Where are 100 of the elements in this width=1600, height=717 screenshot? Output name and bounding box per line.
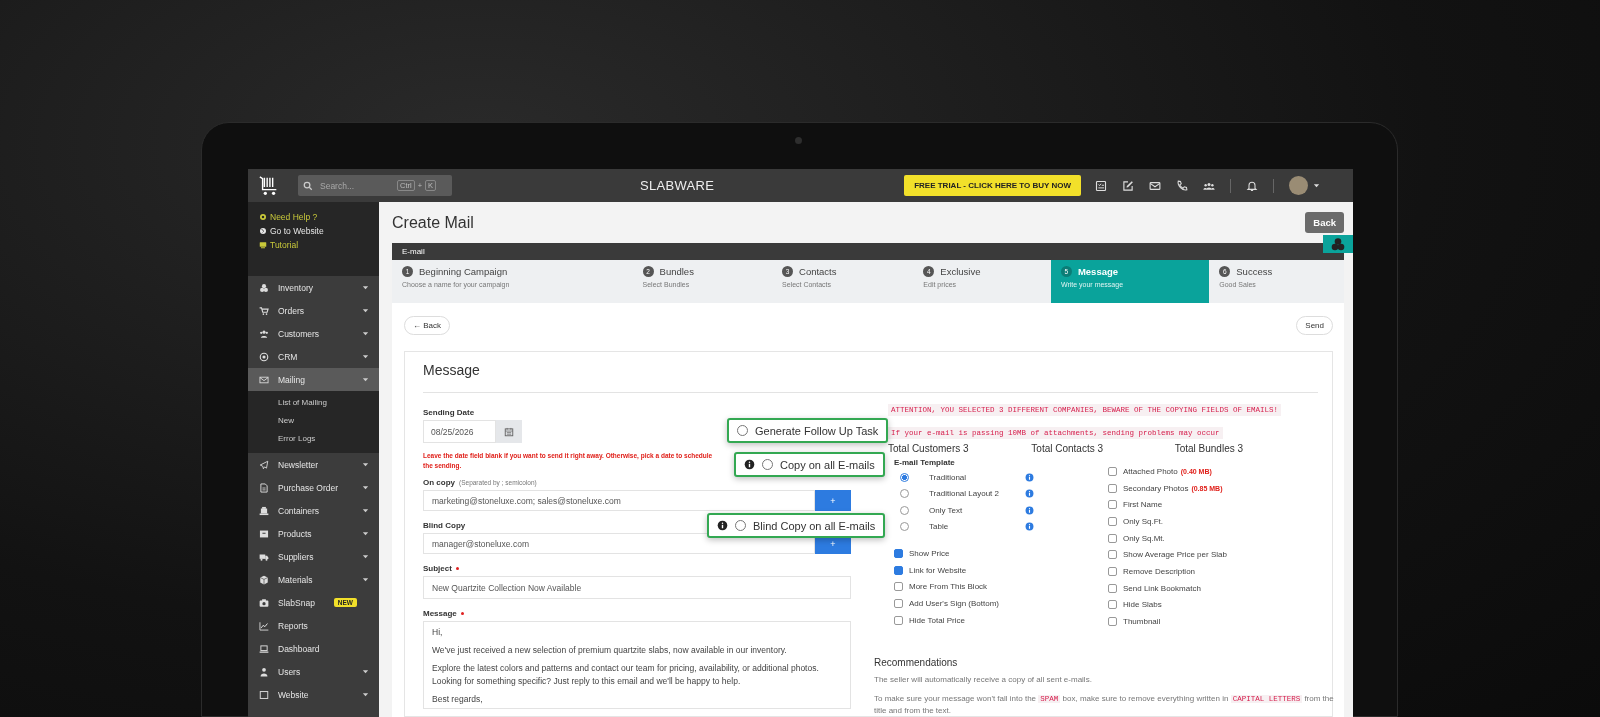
search-placeholder: Search... — [319, 180, 356, 191]
radio-button[interactable] — [900, 472, 909, 482]
line-chart-icon — [259, 620, 269, 631]
message-line: Looking for something specific? Just reply to this email and we'll be happy to help. — [432, 675, 742, 689]
envelope-icon[interactable] — [1149, 179, 1162, 192]
sidebar-item[interactable]: Products — [248, 522, 379, 545]
back-button[interactable]: ← Back — [404, 316, 450, 336]
sidebar-item[interactable]: Containers — [248, 499, 379, 522]
checkbox[interactable] — [1108, 517, 1117, 527]
checkbox-label: Thumbnail — [1123, 617, 1161, 627]
help-link[interactable]: Go to Website — [259, 226, 324, 236]
phone-icon[interactable] — [1176, 179, 1189, 192]
avatar[interactable] — [1289, 176, 1309, 195]
info-icon[interactable] — [1025, 505, 1034, 515]
sidebar-item[interactable]: Reports — [248, 614, 379, 637]
send-button[interactable]: Send — [1296, 316, 1333, 336]
submenu-item[interactable]: List of Mailing — [278, 394, 379, 412]
checkbox-label: Show Average Price per Slab — [1123, 550, 1227, 560]
sidebar-item[interactable]: Dashboard — [248, 637, 379, 660]
info-icon[interactable] — [1025, 472, 1034, 482]
sidebar-item[interactable]: CRM — [248, 345, 379, 368]
message-textarea[interactable] — [423, 621, 851, 710]
page-title: Create Mail — [392, 213, 474, 232]
add-button[interactable]: + — [815, 490, 851, 512]
bell-icon[interactable] — [1246, 179, 1259, 192]
checkbox-label: Hide Slabs — [1123, 600, 1162, 610]
checkbox-label: Only Sq.Ft. — [1123, 517, 1163, 527]
sidebar-item[interactable]: Website — [248, 683, 379, 706]
option-callout-tooltip[interactable]: Blind Copy on all E-mails — [707, 513, 886, 539]
input-field[interactable]: New Quartzite Collection Now Available — [423, 576, 851, 600]
field-label: Blind Copy — [423, 521, 466, 531]
checkbox[interactable] — [1108, 533, 1117, 543]
person-icon — [259, 666, 269, 677]
sidebar-item[interactable]: Newsletter — [248, 453, 379, 476]
checkbox-label: Hide Total Price — [909, 615, 965, 625]
help-link[interactable]: Need Help ? — [259, 212, 318, 222]
sidebar-item[interactable]: Inventory — [248, 276, 379, 299]
submenu-item[interactable]: Error Logs — [278, 430, 379, 448]
field-label: Message — [423, 609, 457, 619]
section-title: E-mail — [402, 247, 425, 257]
info-icon[interactable] — [1025, 522, 1034, 532]
stones-icon[interactable] — [1323, 235, 1353, 253]
submenu-item[interactable]: New — [278, 412, 379, 430]
card-title: Message — [423, 362, 1318, 394]
checkbox-label: Add User's Sign (Bottom) — [909, 599, 999, 609]
checkbox[interactable] — [894, 599, 903, 609]
input-field[interactable]: marketing@stoneluxe.com; sales@stoneluxe.com — [423, 490, 815, 512]
option-callout-tooltip[interactable]: Generate Follow Up Task — [727, 418, 889, 444]
caret-icon[interactable] — [1313, 182, 1321, 189]
calendar-button[interactable] — [496, 420, 522, 444]
help-link[interactable]: Tutorial — [259, 240, 299, 250]
checkbox[interactable] — [894, 582, 903, 592]
info-icon[interactable] — [1025, 489, 1034, 499]
checkbox-label: Remove Description — [1123, 567, 1196, 577]
checkbox[interactable] — [1108, 600, 1117, 610]
checkbox-label: Send Link Bookmatch — [1123, 583, 1201, 593]
checkbox[interactable] — [1108, 583, 1117, 593]
archive-box-icon — [259, 528, 269, 539]
edit-icon[interactable] — [1122, 179, 1135, 192]
checkbox[interactable] — [894, 615, 903, 625]
checkbox-label: Only Sq.Mt. — [1123, 533, 1165, 543]
sidebar-item[interactable]: Suppliers — [248, 545, 379, 568]
checkbox-label: Link for Website — [909, 565, 967, 575]
total-count: Total Contacts 3 — [1031, 443, 1105, 455]
sidebar-item[interactable]: Materials — [248, 568, 379, 591]
radio-label: Traditional Layout 2 — [929, 489, 1000, 499]
checkbox[interactable] — [894, 548, 903, 558]
sidebar-item[interactable]: Customers — [248, 322, 379, 345]
back-button[interactable]: Back — [1305, 212, 1344, 234]
stones-icon — [259, 282, 269, 293]
cube-icon — [259, 574, 269, 585]
checkbox[interactable] — [1108, 483, 1117, 493]
checklist-icon[interactable] — [1095, 179, 1108, 192]
callout-label: Generate Follow Up Task — [755, 424, 879, 437]
document-icon — [259, 482, 269, 493]
field-label: On copy — [423, 478, 455, 488]
checkbox[interactable] — [1108, 617, 1117, 627]
date-field[interactable]: 08/25/2026 — [423, 420, 496, 444]
total-count: Total Bundles 3 — [1174, 443, 1245, 455]
target-icon — [259, 351, 269, 362]
template-label: E-mail Template — [894, 458, 956, 468]
search-icon — [303, 180, 313, 191]
window-icon — [259, 689, 269, 700]
option-callout-tooltip[interactable]: Copy on all E-mails — [734, 452, 885, 478]
radio-label: Only Text — [929, 505, 964, 515]
checkbox[interactable] — [894, 565, 903, 575]
brand-name: SLABWARE — [640, 178, 715, 193]
checkbox[interactable] — [1108, 466, 1117, 476]
free-trial-button[interactable]: FREE TRIAL - CLICK HERE TO BUY NOW — [904, 175, 1082, 196]
checkbox[interactable] — [1108, 567, 1117, 577]
checkbox-label: Attached Photo — [1123, 466, 1178, 476]
checkbox[interactable] — [1108, 500, 1117, 510]
sidebar-item[interactable]: Purchase Order — [248, 476, 379, 499]
callout-label: Blind Copy on all E-mails — [753, 519, 876, 532]
sidebar-item[interactable]: Mailing — [248, 368, 379, 391]
checkbox[interactable] — [1108, 550, 1117, 560]
sidebar-item[interactable]: Users — [248, 660, 379, 683]
callout-label: Copy on all E-mails — [780, 458, 875, 471]
sidebar-item[interactable]: Orders — [248, 299, 379, 322]
envelope-icon — [259, 374, 269, 385]
